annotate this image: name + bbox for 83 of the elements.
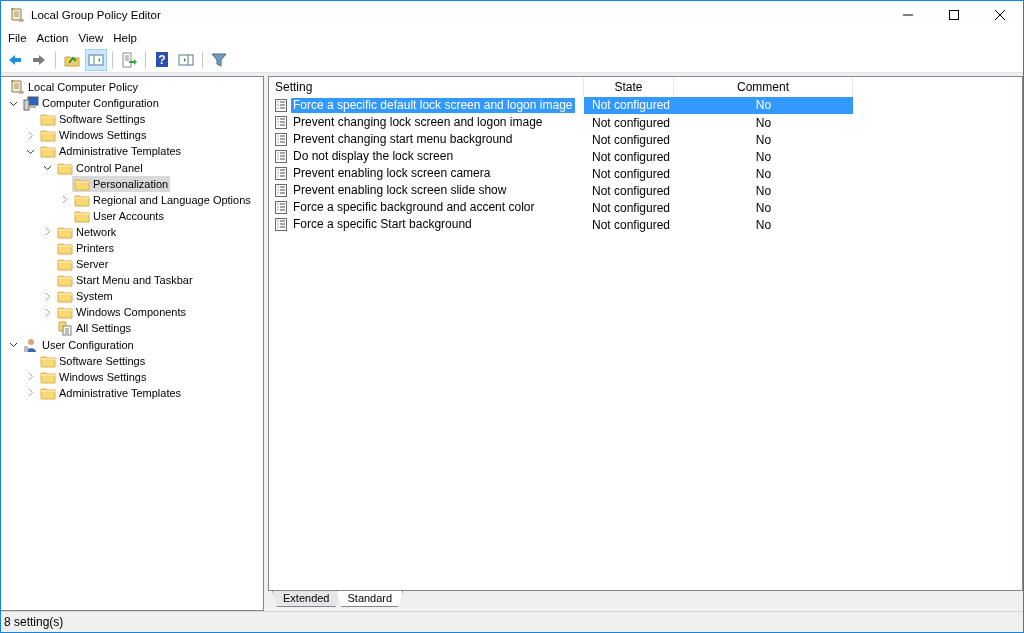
tree-item[interactable]: Administrative Templates [38, 143, 184, 160]
menu-item[interactable]: View [73, 32, 109, 44]
tree-pane-icon [88, 51, 104, 68]
tree-item[interactable]: User Accounts [72, 207, 166, 224]
table-cell-text: Not configured [591, 217, 672, 232]
table-cell-text: No [754, 183, 773, 198]
menu-item[interactable]: File [3, 32, 32, 44]
table-cell[interactable]: Prevent enabling lock screen camera [291, 166, 493, 181]
table-cell[interactable]: Force a specific background and accent color [291, 200, 537, 215]
policy-setting-icon [274, 200, 288, 215]
expanded-chevron-icon[interactable] [8, 340, 18, 350]
folder-icon [40, 111, 56, 128]
policy-setting-icon [274, 149, 288, 164]
policy-setting-icon [274, 217, 288, 232]
user-icon [23, 336, 39, 353]
policy-setting-icon [274, 98, 288, 113]
tree-item[interactable]: Computer Configuration [21, 95, 161, 112]
table-cell-text: Not configured [591, 183, 672, 198]
tree-item[interactable]: Start Menu and Taskbar [55, 272, 195, 289]
menu-item[interactable]: Help [108, 32, 142, 44]
table-cell-text: Not configured [591, 166, 672, 181]
tree-item[interactable]: Windows Components [55, 304, 189, 321]
computer-icon [23, 95, 39, 112]
folder-icon [57, 288, 73, 305]
tab[interactable]: Extended [272, 591, 341, 607]
filter-icon [211, 51, 227, 68]
table-cell-text: Not configured [591, 149, 672, 164]
export-list-icon [121, 51, 137, 68]
folder-icon [57, 256, 73, 273]
settings-list-icon [57, 320, 73, 337]
tree-item[interactable]: Regional and Language Options [72, 191, 253, 208]
tree-item[interactable]: System [55, 288, 115, 305]
policy-setting-icon [274, 132, 288, 147]
policy-setting-icon [274, 183, 288, 198]
column-header[interactable]: Setting [269, 77, 584, 97]
table-cell-text: No [754, 149, 773, 164]
tree-item[interactable]: All Settings [55, 320, 134, 337]
tree-item[interactable]: Personalization [72, 175, 171, 192]
folder-icon [57, 272, 73, 289]
table-cell-text: No [754, 132, 773, 147]
expanded-chevron-icon[interactable] [42, 163, 52, 172]
tree-pane-button[interactable] [85, 48, 107, 71]
tree-item[interactable]: Software Settings [38, 111, 148, 128]
scroll-icon [9, 79, 25, 96]
policy-setting-icon [274, 115, 288, 130]
policy-setting-icon [274, 166, 288, 181]
menu-item[interactable]: Action [31, 32, 74, 44]
table-cell[interactable]: Prevent changing lock screen and logon image [291, 115, 545, 130]
tree-item[interactable]: Network [55, 223, 119, 240]
table-cell-text: Not configured [591, 200, 672, 215]
tab[interactable]: Standard [336, 591, 404, 607]
window-title: Local Group Policy Editor [31, 9, 162, 21]
status-text: 8 setting(s) [1, 611, 1023, 632]
action-pane-icon [178, 51, 194, 68]
tree-item[interactable]: Software Settings [38, 352, 148, 369]
table-cell-text: No [754, 217, 773, 232]
table-cell-text: Not configured [591, 132, 672, 147]
tree-item[interactable]: Local Computer Policy [7, 79, 141, 96]
tree-item[interactable]: Windows Settings [38, 127, 149, 144]
table-cell[interactable]: Prevent enabling lock screen slide show [291, 183, 509, 198]
help-button[interactable]: ? [151, 48, 173, 71]
folder-icon [40, 143, 56, 160]
tree-item[interactable]: Windows Settings [38, 368, 149, 385]
maximize-icon [946, 9, 962, 21]
table-cell: No [674, 97, 853, 114]
folder-icon [40, 127, 56, 144]
table-cell-text: No [754, 166, 773, 181]
table-cell-text: Not configured [591, 115, 672, 130]
table-cell[interactable]: Prevent changing start menu background [291, 132, 515, 147]
table-cell: Not configured [584, 97, 674, 114]
folder-icon [57, 304, 73, 321]
table-cell[interactable]: Force a specific Start background [291, 217, 474, 232]
table-cell-text: No [754, 200, 773, 215]
table-cell[interactable]: Do not display the lock screen [291, 149, 456, 164]
tree-item[interactable]: Control Panel [55, 159, 145, 176]
tree-item[interactable]: Server [55, 256, 111, 273]
app-icon [9, 7, 25, 23]
close-icon [992, 9, 1008, 21]
table-cell-text: No [754, 115, 773, 130]
tree-item[interactable]: User Configuration [21, 336, 136, 353]
tree-item[interactable]: Administrative Templates [38, 384, 184, 401]
folder-icon [57, 240, 73, 256]
tree-item[interactable]: Printers [55, 240, 116, 256]
